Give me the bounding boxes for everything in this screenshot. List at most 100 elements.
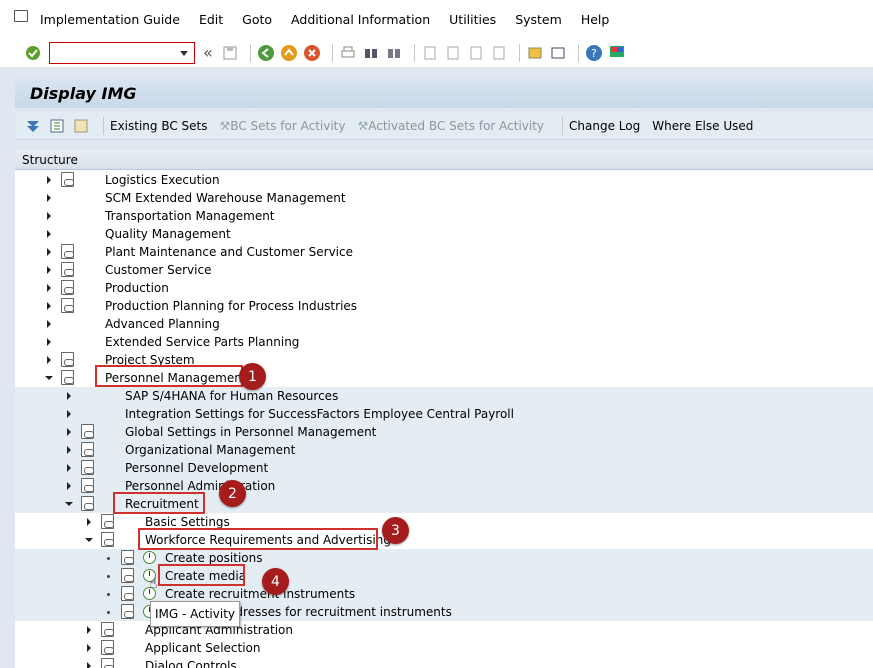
- menu-implementation-guide[interactable]: Implementation Guide: [40, 12, 180, 27]
- menu-utilities[interactable]: Utilities: [449, 12, 496, 27]
- back-icon[interactable]: [257, 44, 275, 62]
- collapse-arrow-icon[interactable]: [45, 376, 53, 380]
- expand-arrow-icon[interactable]: [67, 446, 71, 454]
- tree-node-label[interactable]: Organizational Management: [125, 443, 295, 457]
- previous-page-icon[interactable]: [444, 44, 462, 62]
- expand-arrow-icon[interactable]: [47, 302, 51, 310]
- last-page-icon[interactable]: [490, 44, 508, 62]
- tree-row[interactable]: Create recruitment instruments: [15, 585, 873, 603]
- expand-arrow-icon[interactable]: [47, 266, 51, 274]
- documentation-icon[interactable]: [81, 478, 94, 493]
- exit-icon[interactable]: [280, 44, 298, 62]
- expand-arrow-icon[interactable]: [47, 248, 51, 256]
- documentation-icon[interactable]: [81, 442, 94, 457]
- documentation-icon[interactable]: [61, 370, 74, 385]
- expand-all-icon[interactable]: [25, 118, 41, 134]
- save-icon[interactable]: [221, 44, 239, 62]
- documentation-icon[interactable]: [61, 244, 74, 259]
- help-icon[interactable]: ?: [585, 44, 603, 62]
- cancel-icon[interactable]: [303, 44, 321, 62]
- expand-arrow-icon[interactable]: [87, 518, 91, 526]
- tree-row[interactable]: Production Planning for Process Industri…: [15, 297, 873, 315]
- execute-activity-icon[interactable]: [143, 551, 156, 564]
- tree-row[interactable]: Extended Service Parts Planning: [15, 333, 873, 351]
- menu-edit[interactable]: Edit: [199, 12, 223, 27]
- menu-icon[interactable]: [14, 10, 28, 22]
- tree-node-label[interactable]: Basic Settings: [145, 515, 230, 529]
- tree-node-label[interactable]: Production: [105, 281, 169, 295]
- expand-arrow-icon[interactable]: [67, 428, 71, 436]
- expand-arrow-icon[interactable]: [47, 320, 51, 328]
- tree-node-label[interactable]: Customer Service: [105, 263, 211, 277]
- layout-icon[interactable]: [608, 44, 626, 62]
- tree-node-label[interactable]: Quality Management: [105, 227, 231, 241]
- tree-row[interactable]: Personnel Development: [15, 459, 873, 477]
- tree-row[interactable]: Applicant Administration: [15, 621, 873, 639]
- print-icon[interactable]: [339, 44, 357, 62]
- find-icon[interactable]: [362, 44, 380, 62]
- expand-arrow-icon[interactable]: [47, 212, 51, 220]
- tree-row[interactable]: Create positions: [15, 549, 873, 567]
- tree-row[interactable]: SCM Extended Warehouse Management: [15, 189, 873, 207]
- menu-additional-information[interactable]: Additional Information: [291, 12, 430, 27]
- documentation-icon[interactable]: [81, 496, 94, 511]
- menu-goto[interactable]: Goto: [242, 12, 272, 27]
- expand-arrow-icon[interactable]: [67, 464, 71, 472]
- tree-row[interactable]: Organizational Management: [15, 441, 873, 459]
- documentation-icon[interactable]: [61, 172, 74, 187]
- tree-row[interactable]: Quality Management: [15, 225, 873, 243]
- first-page-icon[interactable]: [421, 44, 439, 62]
- expand-arrow-icon[interactable]: [47, 284, 51, 292]
- tree-row[interactable]: Logistics Execution: [15, 171, 873, 189]
- existing-bc-sets-button[interactable]: Existing BC Sets: [110, 119, 208, 133]
- find-next-icon[interactable]: [385, 44, 403, 62]
- tree-node-label[interactable]: Production Planning for Process Industri…: [105, 299, 357, 313]
- tree-node-label[interactable]: Logistics Execution: [105, 173, 220, 187]
- tree-node-label[interactable]: Create positions: [165, 551, 262, 565]
- documentation-icon[interactable]: [101, 532, 114, 547]
- tree-row[interactable]: Maintain addresses for recruitment instr…: [15, 603, 873, 621]
- next-page-icon[interactable]: [467, 44, 485, 62]
- expand-arrow-icon[interactable]: [47, 230, 51, 238]
- expand-arrow-icon[interactable]: [87, 644, 91, 652]
- expand-arrow-icon[interactable]: [47, 176, 51, 184]
- documentation-icon[interactable]: [61, 262, 74, 277]
- shortcut-icon[interactable]: [549, 44, 567, 62]
- tree-node-label[interactable]: Create recruitment instruments: [165, 587, 355, 601]
- tree-row[interactable]: Create media: [15, 567, 873, 585]
- activated-bc-sets-button[interactable]: ⚒Activated BC Sets for Activity: [357, 119, 544, 133]
- tree-node-label[interactable]: Transportation Management: [105, 209, 275, 223]
- documentation-icon[interactable]: [101, 622, 114, 637]
- command-field[interactable]: [49, 41, 195, 64]
- new-session-icon[interactable]: [526, 44, 544, 62]
- tree-row[interactable]: Plant Maintenance and Customer Service: [15, 243, 873, 261]
- documentation-icon[interactable]: [81, 460, 94, 475]
- chevron-down-icon[interactable]: [180, 50, 188, 56]
- bc-sets-for-activity-button[interactable]: ⚒BC Sets for Activity: [220, 119, 346, 133]
- expand-arrow-icon[interactable]: [67, 482, 71, 490]
- documentation-icon[interactable]: [61, 280, 74, 295]
- change-log-button[interactable]: Change Log: [569, 119, 640, 133]
- documentation-icon[interactable]: [101, 640, 114, 655]
- tree-row[interactable]: Advanced Planning: [15, 315, 873, 333]
- tree-node-label[interactable]: SCM Extended Warehouse Management: [105, 191, 346, 205]
- tree-node-label[interactable]: Advanced Planning: [105, 317, 220, 331]
- tree-node-label[interactable]: Integration Settings for SuccessFactors …: [125, 407, 514, 421]
- documentation-icon[interactable]: [121, 586, 134, 601]
- tree-node-label[interactable]: Dialog Controls: [145, 659, 237, 668]
- tree-row[interactable]: Transportation Management: [15, 207, 873, 225]
- expand-arrow-icon[interactable]: [67, 392, 71, 400]
- expand-arrow-icon[interactable]: [87, 662, 91, 668]
- documentation-icon[interactable]: [61, 352, 74, 367]
- collapse-arrow-icon[interactable]: [85, 538, 93, 542]
- tree-row[interactable]: Customer Service: [15, 261, 873, 279]
- enter-icon[interactable]: [24, 44, 42, 62]
- tree-row[interactable]: Integration Settings for SuccessFactors …: [15, 405, 873, 423]
- collapse-arrow-icon[interactable]: [65, 502, 73, 506]
- menu-system[interactable]: System: [515, 12, 562, 27]
- tree-row[interactable]: Applicant Selection: [15, 639, 873, 657]
- expand-arrow-icon[interactable]: [47, 356, 51, 364]
- documentation-icon[interactable]: [101, 658, 114, 668]
- tree-node-label[interactable]: Extended Service Parts Planning: [105, 335, 299, 349]
- expand-arrow-icon[interactable]: [67, 410, 71, 418]
